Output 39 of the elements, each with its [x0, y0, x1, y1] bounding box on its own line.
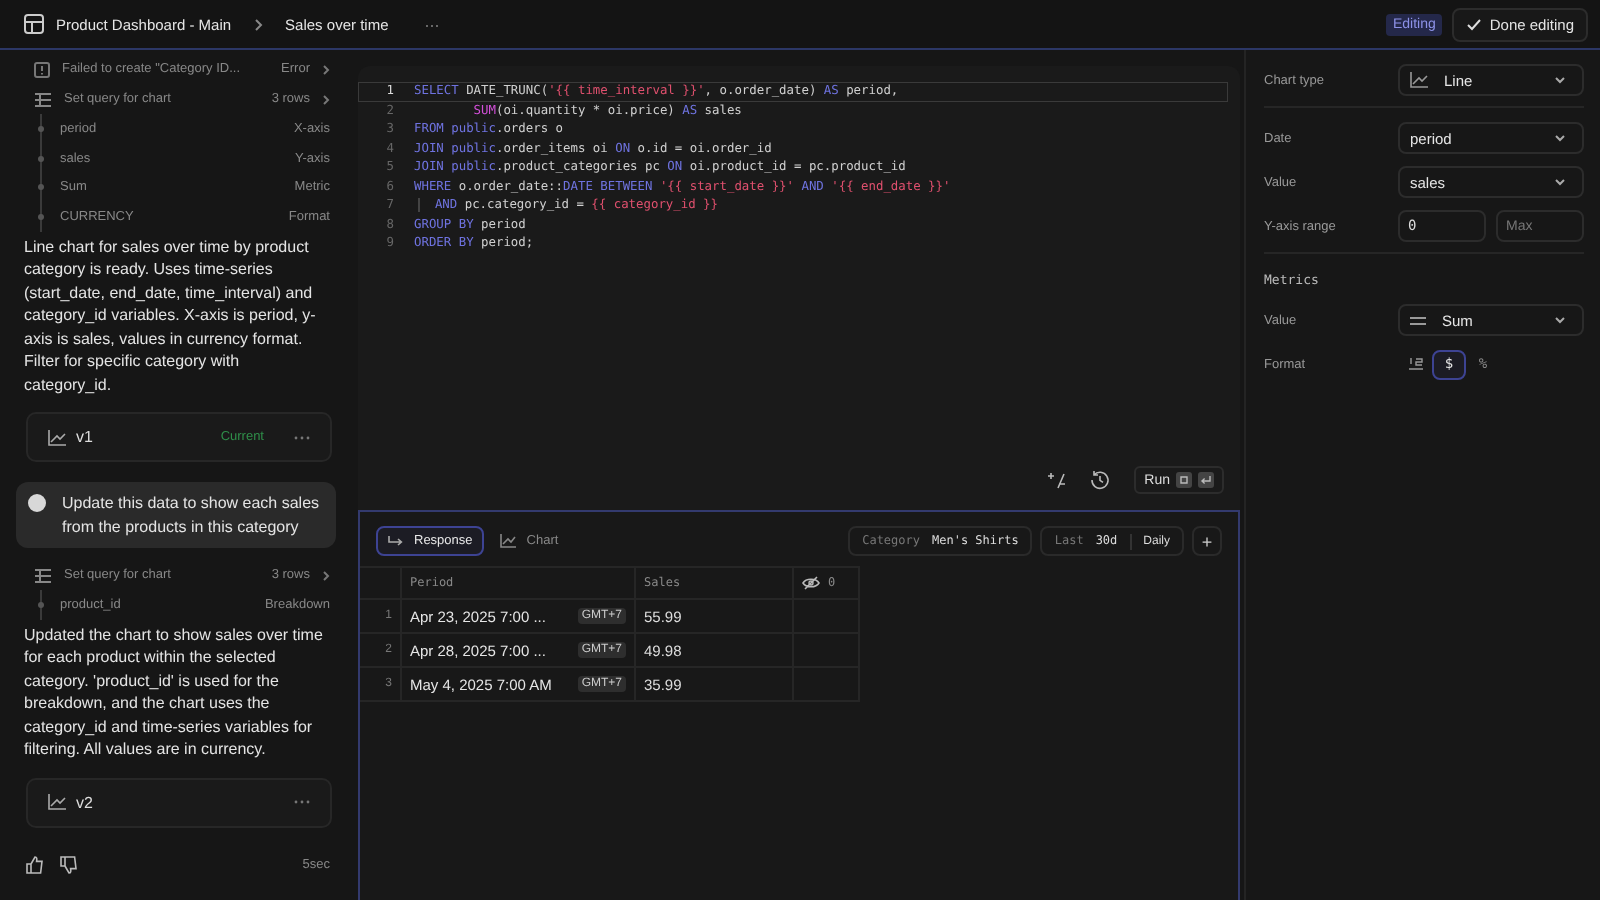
- thumbs-down-icon[interactable]: [60, 855, 78, 874]
- tree-dot-icon: [38, 125, 44, 132]
- user-message-text: Update this data to show each sales from the products in this category: [62, 492, 320, 539]
- more-icon[interactable]: [294, 435, 310, 440]
- assistant-message: Line chart for sales over time by product category is ready. Uses time-series (start_date, end_date, time_interval) and category_id variables. X-axis is period, y-axis is sales, values in currency format. Filter for specific category with category_id.: [24, 235, 318, 397]
- return-arrow-icon: [388, 535, 404, 547]
- line-chart-icon: [48, 429, 66, 446]
- equals-icon: [1410, 315, 1426, 325]
- version-card[interactable]: v2: [26, 777, 332, 828]
- format-icon[interactable]: [1046, 471, 1067, 489]
- avatar-icon: [28, 494, 46, 513]
- add-filter-button[interactable]: +: [1192, 526, 1222, 556]
- chevron-icon: [322, 93, 330, 105]
- chevron-down-icon: [1554, 316, 1566, 324]
- version-label: v2: [76, 793, 95, 812]
- tree-dot-icon: [38, 213, 44, 220]
- chevron-icon: [253, 17, 264, 31]
- chevron-icon: [322, 63, 330, 75]
- chevron-down-icon: [1554, 134, 1566, 142]
- chevron-icon: [322, 569, 330, 582]
- dashboard-icon: [24, 14, 44, 34]
- thumbs-up-icon[interactable]: [26, 855, 44, 874]
- tree-dot-icon: [38, 184, 44, 191]
- tree-dot-icon: [38, 602, 44, 609]
- hidden-eye-icon[interactable]: [802, 576, 820, 590]
- check-icon: [1465, 17, 1482, 31]
- more-icon[interactable]: [294, 800, 310, 805]
- line-chart-icon: [48, 794, 66, 811]
- tree-dot-icon: [38, 155, 44, 162]
- command-key-icon: [1176, 472, 1192, 488]
- line-chart-icon: [1410, 72, 1428, 88]
- history-icon[interactable]: [1090, 470, 1111, 490]
- decimals-icon: [1407, 355, 1423, 373]
- enter-key-icon: [1198, 472, 1214, 488]
- version-label: v1: [76, 428, 95, 447]
- line-chart-icon: [500, 534, 517, 548]
- chevron-down-icon: [1554, 76, 1566, 84]
- assistant-message: Updated the chart to show sales over time for each product within the selected category. 'product_id' is used for the breakdown, and the chart uses the category_id and time-series variables for filtering. All values are in currency.: [24, 623, 325, 762]
- chevron-down-icon: [1554, 178, 1566, 186]
